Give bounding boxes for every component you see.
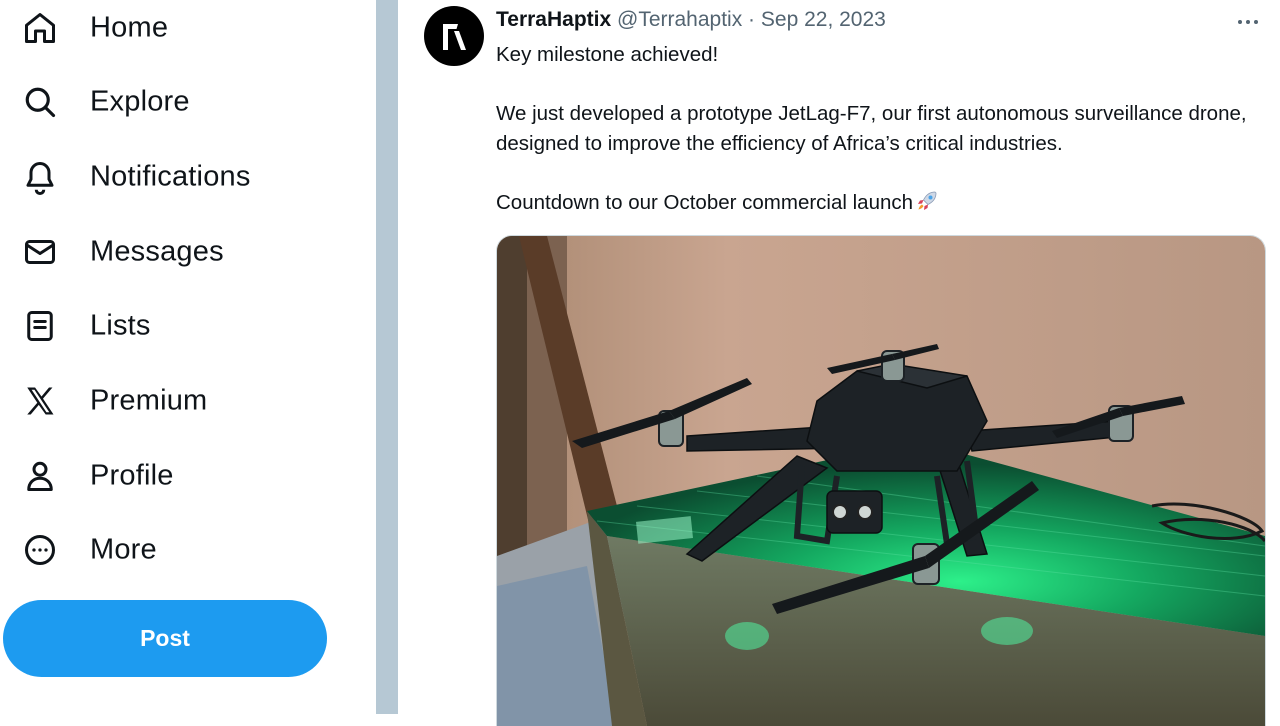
sidebar-item-messages[interactable]: Messages xyxy=(0,222,340,282)
avatar[interactable] xyxy=(424,6,484,66)
home-icon xyxy=(20,8,60,48)
x-logo-icon xyxy=(20,381,60,421)
more-options-button[interactable] xyxy=(1232,12,1264,32)
sidebar-item-label: Lists xyxy=(90,309,151,342)
bell-icon xyxy=(20,157,60,197)
author-handle[interactable]: @Terrahaptix xyxy=(617,8,742,31)
sidebar-item-profile[interactable]: Profile xyxy=(0,446,340,506)
sidebar-item-premium[interactable]: Premium xyxy=(0,371,340,431)
sidebar-item-label: Messages xyxy=(90,235,224,268)
search-icon xyxy=(20,82,60,122)
sidebar-item-home[interactable]: Home xyxy=(0,0,340,58)
sidebar-item-label: Explore xyxy=(90,85,190,118)
sidebar-item-label: More xyxy=(90,533,157,566)
tweet-text: Key milestone achieved! We just develope… xyxy=(496,40,1271,217)
tweet-line: Key milestone achieved! xyxy=(496,43,719,66)
tweet: TerraHaptix @Terrahaptix · Sep 22, 2023 … xyxy=(398,0,1280,726)
envelope-icon xyxy=(20,232,60,272)
rocket-icon xyxy=(918,191,937,210)
author-name[interactable]: TerraHaptix xyxy=(496,8,611,31)
tweet-date[interactable]: Sep 22, 2023 xyxy=(761,8,886,31)
header-separator: · xyxy=(748,8,756,31)
tweet-header: TerraHaptix @Terrahaptix · Sep 22, 2023 xyxy=(496,8,886,32)
sidebar-item-label: Home xyxy=(90,11,169,44)
sidebar-item-label: Notifications xyxy=(90,160,251,193)
sidebar-item-label: Profile xyxy=(90,459,174,492)
sidebar-nav: Home Explore Notifications Messages List… xyxy=(0,0,376,720)
sidebar-item-lists[interactable]: Lists xyxy=(0,296,340,356)
person-icon xyxy=(20,456,60,496)
tweet-line: We just developed a prototype JetLag-F7,… xyxy=(496,102,1247,155)
tweet-media-photo[interactable] xyxy=(496,235,1266,726)
tweet-line: Countdown to our October commercial laun… xyxy=(496,190,914,214)
sidebar-item-more[interactable]: More xyxy=(0,520,340,580)
sidebar-item-explore[interactable]: Explore xyxy=(0,72,340,132)
post-button[interactable]: Post xyxy=(3,600,327,677)
sidebar-item-label: Premium xyxy=(90,384,208,417)
more-circle-icon xyxy=(20,530,60,570)
column-divider xyxy=(376,0,398,714)
sidebar-item-notifications[interactable]: Notifications xyxy=(0,147,340,207)
list-icon xyxy=(20,306,60,346)
